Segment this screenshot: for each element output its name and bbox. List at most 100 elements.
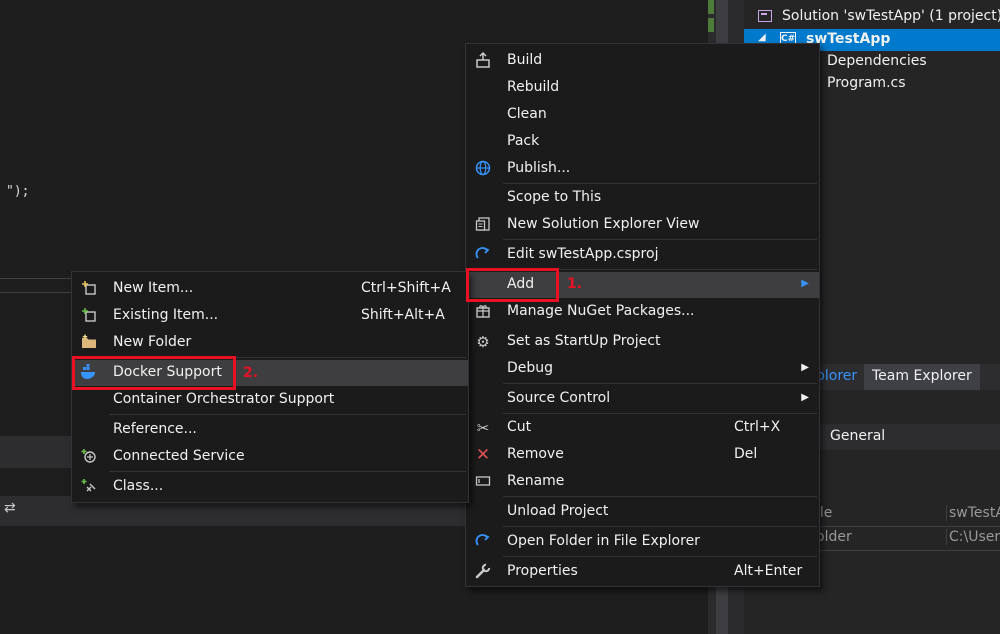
new-view-icon [474, 216, 492, 234]
menu-item-shortcut: Alt+Enter [734, 563, 803, 579]
project-context-menu: Build Rebuild Clean Pack Publish... Scop… [465, 43, 820, 587]
annotation-box-add [466, 268, 559, 302]
nuget-icon [474, 303, 492, 321]
menu-separator [109, 471, 466, 472]
menu-item-label: Set as StartUp Project [507, 333, 661, 349]
folder-icon [80, 334, 98, 352]
menu-item-shortcut: Ctrl+X [734, 419, 781, 435]
menu-separator [503, 413, 817, 414]
submenu-arrow-icon: ▶ [801, 362, 809, 373]
tab-team-explorer[interactable]: Team Explorer [864, 364, 980, 390]
menu-item-label: Publish... [507, 160, 571, 176]
menu-separator [503, 526, 817, 527]
submenu-arrow-icon: ▶ [801, 392, 809, 403]
tree-item-label: Program.cs [827, 75, 906, 91]
menu-item-shortcut: Del [734, 446, 758, 462]
menu-item-reference[interactable]: Reference... [72, 417, 468, 443]
menu-item-label: Manage NuGet Packages... [507, 303, 695, 319]
menu-item-new-item[interactable]: New Item... Ctrl+Shift+A [72, 276, 468, 302]
menu-item-publish[interactable]: Publish... [466, 156, 819, 182]
new-item-icon [80, 280, 98, 298]
menu-item-new-solution-explorer-view[interactable]: New Solution Explorer View [466, 212, 819, 238]
menu-item-label: Connected Service [113, 448, 245, 464]
scroll-change-marker [708, 0, 714, 14]
scissors-icon: ✂ [476, 419, 490, 437]
menu-item-cut[interactable]: ✂ Cut Ctrl+X [466, 415, 819, 441]
menu-item-existing-item[interactable]: Existing Item... Shift+Alt+A [72, 303, 468, 329]
close-icon: ✕ [475, 445, 491, 465]
refresh-arrow-icon [474, 533, 492, 551]
explorer-tab-row: plorer Team Explorer [816, 364, 1000, 390]
menu-item-rebuild[interactable]: Rebuild [466, 75, 819, 101]
code-line-text: "); [6, 184, 30, 199]
menu-item-new-folder[interactable]: New Folder [72, 330, 468, 356]
menu-item-remove[interactable]: ✕ Remove Del [466, 442, 819, 468]
existing-item-icon [80, 307, 98, 325]
menu-separator [503, 383, 817, 384]
globe-icon [474, 160, 492, 178]
menu-item-rename[interactable]: Rename [466, 469, 819, 495]
menu-item-label: Properties [507, 563, 578, 579]
menu-item-connected-service[interactable]: Connected Service [72, 444, 468, 470]
menu-item-container-orchestrator[interactable]: Container Orchestrator Support [72, 387, 468, 413]
menu-item-debug[interactable]: Debug ▶ [466, 356, 819, 382]
menu-item-label: Scope to This [507, 189, 602, 205]
wrench-icon [474, 563, 492, 581]
menu-item-label: Rename [507, 473, 565, 489]
properties-row[interactable]: ile swTestA [816, 502, 1000, 527]
menu-item-label: Unload Project [507, 503, 609, 519]
menu-item-manage-nuget[interactable]: Manage NuGet Packages... [466, 299, 819, 325]
property-name: older [816, 529, 852, 545]
menu-item-label: New Solution Explorer View [507, 216, 700, 232]
menu-item-label: New Item... [113, 280, 194, 296]
menu-item-label: Class... [113, 478, 164, 494]
menu-item-clean[interactable]: Clean [466, 102, 819, 128]
menu-item-shortcut: Shift+Alt+A [361, 307, 445, 323]
toggle-word-wrap-icon[interactable]: ⇄ [4, 500, 16, 516]
menu-item-label: Source Control [507, 390, 611, 406]
menu-item-shortcut: Ctrl+Shift+A [361, 280, 451, 296]
solution-icon [758, 10, 772, 22]
properties-category-header[interactable]: General [816, 424, 1000, 450]
menu-item-set-startup[interactable]: ⚙ Set as StartUp Project [466, 329, 819, 355]
tab-solution-explorer[interactable]: plorer [816, 368, 857, 384]
scroll-change-marker [708, 18, 714, 32]
menu-item-label: Open Folder in File Explorer [507, 533, 700, 549]
menu-item-scope-to-this[interactable]: Scope to This [466, 185, 819, 211]
annotation-step-1: 1. [567, 276, 583, 292]
menu-item-label: Rebuild [507, 79, 560, 95]
properties-row[interactable]: older C:\Users\ [816, 526, 1000, 551]
menu-item-label: Container Orchestrator Support [113, 391, 335, 407]
menu-separator [503, 556, 817, 557]
menu-item-build[interactable]: Build [466, 48, 819, 74]
menu-item-pack[interactable]: Pack [466, 129, 819, 155]
submenu-arrow-icon: ▶ [801, 278, 809, 289]
menu-item-label: Existing Item... [113, 307, 219, 323]
menu-item-unload-project[interactable]: Unload Project [466, 499, 819, 525]
menu-item-label: Remove [507, 446, 564, 462]
collapse-icon[interactable]: ◢ [758, 32, 766, 43]
property-value: swTestA [946, 505, 1000, 521]
annotation-box-docker-support [72, 356, 236, 390]
solution-label: Solution 'swTestApp' (1 project) [782, 8, 1000, 24]
refresh-arrow-icon [474, 246, 492, 264]
menu-item-label: New Folder [113, 334, 192, 350]
rename-icon [474, 473, 492, 491]
tree-item-label: Dependencies [827, 53, 927, 69]
property-value: C:\Users\ [946, 529, 1000, 545]
menu-item-label: Edit swTestApp.csproj [507, 246, 659, 262]
menu-item-edit-csproj[interactable]: Edit swTestApp.csproj [466, 242, 819, 268]
solution-node[interactable]: Solution 'swTestApp' (1 project) [744, 6, 1000, 28]
menu-item-open-folder[interactable]: Open Folder in File Explorer [466, 529, 819, 555]
menu-item-label: Build [507, 52, 543, 68]
menu-separator [503, 239, 817, 240]
menu-item-label: Pack [507, 133, 540, 149]
menu-item-class[interactable]: Class... [72, 474, 468, 500]
class-icon [80, 478, 98, 496]
annotation-step-2: 2. [243, 365, 259, 381]
menu-item-properties[interactable]: Properties Alt+Enter [466, 559, 819, 585]
menu-item-source-control[interactable]: Source Control ▶ [466, 386, 819, 412]
menu-separator [503, 496, 817, 497]
menu-item-label: Cut [507, 419, 532, 435]
build-icon [474, 51, 492, 70]
